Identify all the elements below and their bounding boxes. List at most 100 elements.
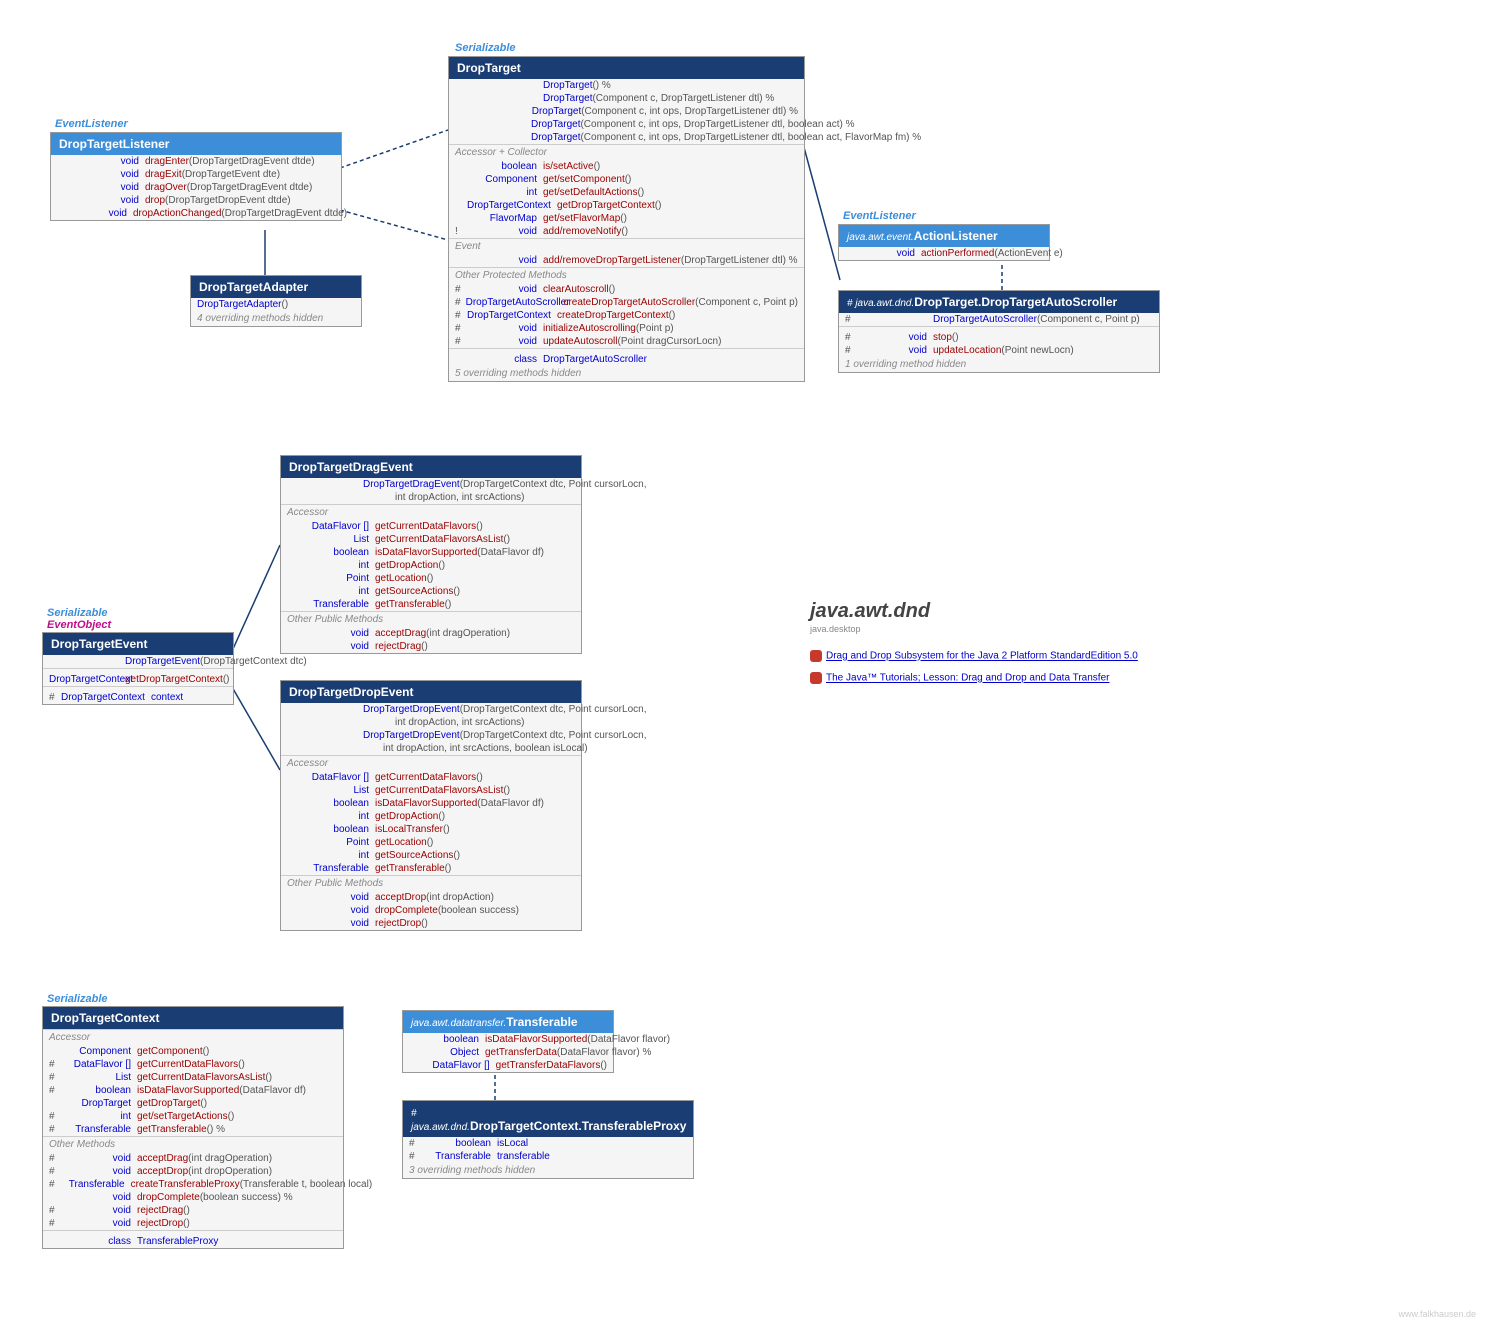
member: #DropTargetAutoScrollercreateDropTargetA… — [449, 296, 804, 309]
member: voiddragEnter (DropTargetDragEvent dtde) — [51, 155, 341, 168]
stereotype-event-object: EventObject — [47, 619, 111, 631]
member: DataFlavor []getCurrentDataFlavors () — [281, 771, 581, 784]
title-drop-target: DropTarget — [449, 57, 804, 79]
member: !voidadd/removeNotify () — [449, 225, 804, 238]
hidden: 3 overriding methods hidden — [403, 1163, 693, 1178]
member: #DropTargetContextcreateDropTargetContex… — [449, 309, 804, 322]
member: DropTargetDragEvent (DropTargetContext d… — [281, 478, 581, 491]
member: intgetSourceActions () — [281, 585, 581, 598]
member-cont: int dropAction, int srcActions) — [281, 716, 581, 729]
member: ObjectgetTransferData (DataFlavor flavor… — [403, 1046, 613, 1059]
member: voidadd/removeDropTargetListener (DropTa… — [449, 254, 804, 267]
member: voidrejectDrag () — [281, 640, 581, 653]
title-drop-target-adapter: DropTargetAdapter — [191, 276, 361, 298]
member: voiddropComplete (boolean success) % — [43, 1191, 343, 1204]
link-dnd-subsystem[interactable]: Drag and Drop Subsystem for the Java 2 P… — [810, 650, 1138, 662]
member: voidactionPerformed (ActionEvent e) — [839, 247, 1049, 260]
member: voidacceptDrag (int dragOperation) — [281, 627, 581, 640]
member: DropTargetEvent (DropTargetContext dtc) — [43, 655, 233, 668]
title-drop-target-listener: DropTargetListener — [51, 133, 341, 155]
class-drop-target-context: DropTargetContext AccessorComponentgetCo… — [42, 1006, 344, 1249]
class-drop-event: DropTargetDropEvent DropTargetDropEvent … — [280, 680, 582, 931]
section-header: Other Public Methods — [281, 611, 581, 627]
watermark: www.falkhausen.de — [1398, 1309, 1476, 1319]
class-drop-target-listener: DropTargetListener voiddragEnter (DropTa… — [50, 132, 342, 221]
class-drop-target: DropTarget DropTarget () %DropTarget (Co… — [448, 56, 805, 382]
member: DropTargetgetDropTarget () — [43, 1097, 343, 1110]
title-transferable-proxy: # java.awt.dnd.DropTargetContext.Transfe… — [403, 1101, 693, 1137]
member: #Transferabletransferable — [403, 1150, 693, 1163]
class-drop-target-adapter: DropTargetAdapter DropTargetAdapter () 4… — [190, 275, 362, 327]
title-transferable: java.awt.datatransfer.Transferable — [403, 1011, 613, 1033]
member: classDropTargetAutoScroller — [449, 353, 804, 366]
member: DropTarget (Component c, int ops, DropTa… — [449, 131, 804, 144]
member: ListgetCurrentDataFlavorsAsList () — [281, 533, 581, 546]
member: #voidrejectDrop () — [43, 1217, 343, 1230]
class-drop-target-event: DropTargetEvent DropTargetEvent (DropTar… — [42, 632, 234, 705]
member: Componentget/setComponent () — [449, 173, 804, 186]
member: voidrejectDrop () — [281, 917, 581, 930]
link-tutorials[interactable]: The Java™ Tutorials; Lesson: Drag and Dr… — [810, 672, 1109, 684]
stereotype-event-listener: EventListener — [55, 118, 128, 130]
hidden: 1 overriding method hidden — [839, 357, 1159, 372]
class-transferable: java.awt.datatransfer.Transferable boole… — [402, 1010, 614, 1073]
member: #voidupdateLocation (Point newLocn) — [839, 344, 1159, 357]
member-cont: int dropAction, int srcActions) — [281, 491, 581, 504]
member: TransferablegetTransferable () — [281, 598, 581, 611]
member: #voidacceptDrop (int dropOperation) — [43, 1165, 343, 1178]
member: intgetDropAction () — [281, 559, 581, 572]
member: DataFlavor []getTransferDataFlavors () — [403, 1059, 613, 1072]
ctor-drop-target-adapter: DropTargetAdapter () — [191, 298, 361, 311]
hidden-adapter: 4 overriding methods hidden — [191, 311, 361, 326]
member: DropTarget (Component c, DropTargetListe… — [449, 92, 804, 105]
member: #booleanisLocal — [403, 1137, 693, 1150]
section-header: Other Methods — [43, 1136, 343, 1152]
member: #TransferablecreateTransferableProxy (Tr… — [43, 1178, 343, 1191]
member: voiddragOver (DropTargetDragEvent dtde) — [51, 181, 341, 194]
section-header: Accessor — [281, 504, 581, 520]
member: classTransferableProxy — [43, 1235, 343, 1248]
class-auto-scroller: # java.awt.dnd.DropTarget.DropTargetAuto… — [838, 290, 1160, 373]
member: booleanisDataFlavorSupported (DataFlavor… — [281, 546, 581, 559]
member: intgetDropAction () — [281, 810, 581, 823]
member: #intget/setTargetActions () — [43, 1110, 343, 1123]
title-drop-target-context: DropTargetContext — [43, 1007, 343, 1029]
class-action-listener: java.awt.event.ActionListener voidaction… — [838, 224, 1050, 261]
member: #DropTargetAutoScroller (Component c, Po… — [839, 313, 1159, 326]
member: DropTarget () % — [449, 79, 804, 92]
section-header: Accessor — [43, 1029, 343, 1045]
section-header: Accessor — [281, 755, 581, 771]
member: DropTargetContextgetDropTargetContext () — [43, 673, 233, 686]
member: booleanisDataFlavorSupported (DataFlavor… — [281, 797, 581, 810]
member-cont: int dropAction, int srcActions, boolean … — [281, 742, 581, 755]
member: voiddragExit (DropTargetEvent dte) — [51, 168, 341, 181]
member: DropTargetDropEvent (DropTargetContext d… — [281, 703, 581, 716]
member: #TransferablegetTransferable () % — [43, 1123, 343, 1136]
section-header: Event — [449, 238, 804, 254]
class-transferable-proxy: # java.awt.dnd.DropTargetContext.Transfe… — [402, 1100, 694, 1179]
member: intgetSourceActions () — [281, 849, 581, 862]
member: #voidclearAutoscroll () — [449, 283, 804, 296]
title-auto-scroller: # java.awt.dnd.DropTarget.DropTargetAuto… — [839, 291, 1159, 313]
section-header: Other Protected Methods — [449, 267, 804, 283]
class-drag-event: DropTargetDragEvent DropTargetDragEvent … — [280, 455, 582, 654]
member: #ListgetCurrentDataFlavorsAsList () — [43, 1071, 343, 1084]
package-sub: java.desktop — [810, 624, 861, 634]
title-action-listener: java.awt.event.ActionListener — [839, 225, 1049, 247]
member: PointgetLocation () — [281, 572, 581, 585]
stereotype-event-listener-2: EventListener — [843, 210, 916, 222]
title-drop-target-event: DropTargetEvent — [43, 633, 233, 655]
member: #voidstop () — [839, 331, 1159, 344]
member: #DataFlavor []getCurrentDataFlavors () — [43, 1058, 343, 1071]
member: DropTarget (Component c, int ops, DropTa… — [449, 118, 804, 131]
title-drag-event: DropTargetDragEvent — [281, 456, 581, 478]
member: FlavorMapget/setFlavorMap () — [449, 212, 804, 225]
member: ListgetCurrentDataFlavorsAsList () — [281, 784, 581, 797]
member: voiddropComplete (boolean success) — [281, 904, 581, 917]
member: booleanisDataFlavorSupported (DataFlavor… — [403, 1033, 613, 1046]
section-header: Other Public Methods — [281, 875, 581, 891]
member: #voidrejectDrag () — [43, 1204, 343, 1217]
title-drop-event: DropTargetDropEvent — [281, 681, 581, 703]
member: voiddropActionChanged (DropTargetDragEve… — [51, 207, 341, 220]
section-header: Accessor + Collector — [449, 144, 804, 160]
